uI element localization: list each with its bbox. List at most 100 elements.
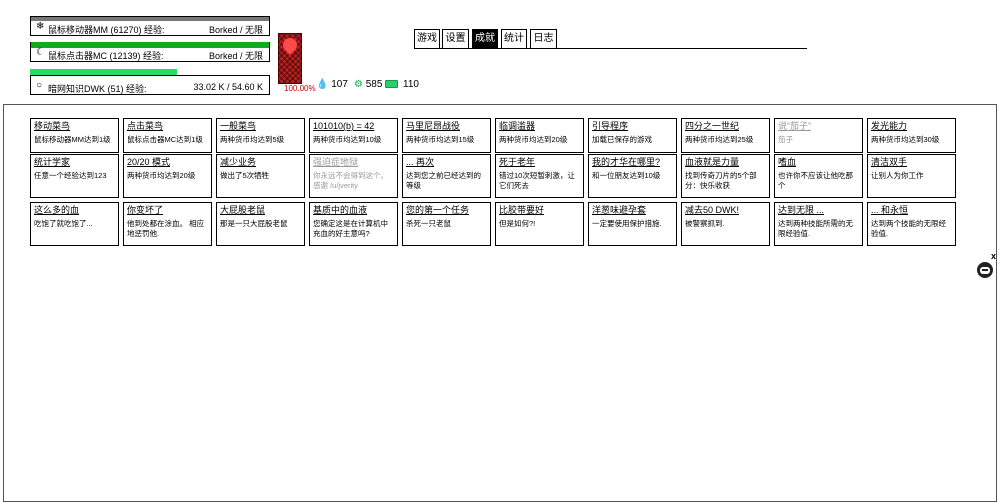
achievement-card: 马里尼昂战役两种货币均达到15级 [402,118,491,153]
achievement-card: 大屁股老鼠那是一只大屁股老鼠 [216,202,305,246]
achievement-description: 错过10次短暂刺激，让它们死去 [499,171,575,190]
achievement-card: 达到无限 ... 达到两种技能所需的无限经验值. [774,202,863,246]
achievement-card: 血液就是力量 找到传奇刀片的5个部分：快乐收获 [681,154,770,198]
achievement-description: 被警察抓到. [685,219,725,228]
achievement-card: 洋葱味避孕套 一定要使用保护措施. [588,202,677,246]
achievement-description: 他到处都在涂血。 相应地惩罚他. [127,219,205,238]
blood-card[interactable] [278,33,302,84]
achievement-title: 101010(b) = 42 [313,121,375,131]
achievement-card: 发光能力 两种货币均达到30级 [867,118,956,153]
achievement-card: 临调滥器 两种货币均达到20级 [495,118,584,153]
achievement-card: 死于老年错过10次短暂刺激，让它们死去 [495,154,584,198]
achievement-card: 基质中的血液 您确定这是在计算机中充血的好主意吗? [309,202,398,246]
achievement-description: 两种货币均达到20级 [127,171,196,180]
achievement-card: 20/20 模式两种货币均达到20级 [123,154,212,198]
achievement-description: 但是如何?! [499,219,536,228]
skill-mc-box: ☾ 鼠标点击器MC (12139) 经验: Borked / 无限 [30,42,270,62]
achievement-title: 我的才华在哪里? [592,157,661,167]
achievement-card: 嗜血 也许你不应该让他吃那个 [774,154,863,198]
achievement-card: 减少业务 做出了5次牺牲 [216,154,305,198]
achievement-card: 您的第一个任务 杀死一只老鼠 [402,202,491,246]
blood-value: 107 [331,79,348,90]
achievement-card: 减去50 DWK! 被警察抓到. [681,202,770,246]
skill-mm-box: ❄ 鼠标移动器MM (61270) 经验: Borked / 无限 [30,16,270,36]
achievement-description: 茄子 [778,135,793,144]
achievement-card: 一般菜鸟两种货币均达到5级 [216,118,305,153]
snowflake-icon: ❄ [36,21,45,32]
achievement-title: 点击菜鸟 [127,121,164,131]
gear-icon: ⚙ [354,79,363,90]
achievement-description: 两种货币均达到10级 [313,135,382,144]
achievement-title: 强迫症地狱 [313,157,359,167]
achievement-card: 统计学家任意一个经验达到123 [30,154,119,198]
blood-counter: 💧 107 [316,79,348,90]
achievement-title: 引导程序 [592,121,629,131]
achievement-description: 吃饱了就吃饱了... [34,219,93,228]
skill-mm-xp: Borked / 无限 [208,25,263,35]
achievement-card: 我的才华在哪里? 和一位朋友达到10级 [588,154,677,198]
achievement-description: 两种货币均达到15级 [406,135,475,144]
tab-stats[interactable]: 统计 [501,29,527,48]
skill-dwk-box: ○ 暗网知识DWK (51) 经验: 33.02 K / 54.60 K [30,75,270,95]
tab-settings[interactable]: 设置 [442,29,469,48]
achievement-card: 强迫症地狱 你永远不会得到这个。感谢 /u/jverity [309,154,398,198]
battery-icon [385,80,399,89]
achievement-title: 血液就是力量 [685,157,740,167]
achievement-card: 101010(b) = 42 两种货币均达到10级 [309,118,398,153]
skill-mc-xp: Borked / 无限 [208,51,263,61]
achievement-title: 这么多的血 [34,205,80,215]
skill-mc-xp-bar [31,42,269,48]
flame-icon [280,35,300,55]
achievement-card: 你变坏了他到处都在涂血。 相应地惩罚他. [123,202,212,246]
achievement-description: 和一位朋友达到10级 [592,171,661,180]
achievement-title: 统计学家 [34,157,71,167]
achievement-title: 移动菜鸟 [34,121,71,131]
achievement-title: 达到无限 ... [778,205,825,215]
achievement-title: 马里尼昂战役 [406,121,461,131]
achievement-card: 移动菜鸟鼠标移动器MM达到1级 [30,118,119,153]
achievement-title: 一般菜鸟 [220,121,257,131]
achievement-card: 说“茄子” 茄子 [774,118,863,153]
circle-icon: ○ [36,80,43,91]
achievement-title: 四分之一世纪 [685,121,740,131]
tab-log[interactable]: 日志 [530,29,557,48]
achievement-description: 一定要使用保护措施. [592,219,662,228]
tab-achievements[interactable]: 成就 [472,29,498,48]
achievement-title: ... 再次 [406,157,435,167]
skill-mc-label: 鼠标点击器MC (12139) 经验: [48,51,164,61]
achievement-title: 嗜血 [778,157,797,167]
achievement-title: 清洁双手 [871,157,908,167]
blood-drop-icon: 💧 [316,79,329,90]
skill-dwk-label: 暗网知识DWK (51) 经验: [48,84,147,94]
achievement-description: 两种货币均达到25级 [685,135,754,144]
achievement-title: 大屁股老鼠 [220,205,266,215]
achievement-description: 达到两种技能所需的无限经验值. [778,219,853,238]
achievement-description: 杀死一只老鼠 [406,219,451,228]
achievement-description: 做出了5次牺牲 [220,171,270,180]
achievement-title: 发光能力 [871,121,908,131]
achievement-title: 您的第一个任务 [406,205,470,215]
skill-mm-label: 鼠标移动器MM (61270) 经验: [48,25,165,35]
achievement-description: 让别人为你工作 [871,171,924,180]
achievement-description: 那是一只大屁股老鼠 [220,219,288,228]
achievement-description: 两种货币均达到5级 [220,135,285,144]
helper-avatar-icon[interactable] [977,262,993,278]
achievement-title: 20/20 模式 [127,157,171,167]
tab-game[interactable]: 游戏 [414,29,440,48]
achievement-description: 任意一个经验达到123 [34,171,107,180]
achievement-card: 点击菜鸟鼠标点击器MC达到1级 [123,118,212,153]
achievement-card: 四分之一世纪两种货币均达到25级 [681,118,770,153]
skill-dwk-xp: 33.02 K / 54.60 K [193,82,263,92]
achievement-title: 减去50 DWK! [685,205,740,215]
achievement-description: 鼠标点击器MC达到1级 [127,135,203,144]
achievement-title: 基质中的血液 [313,205,368,215]
achievement-description: 鼠标移动器MM达到1级 [34,135,111,144]
achievement-title: 临调滥器 [499,121,536,131]
achievement-card: 这么多的血吃饱了就吃饱了... [30,202,119,246]
achievement-title: 死于老年 [499,157,536,167]
achievement-title: 比胶带要好 [499,205,545,215]
achievement-card: ... 和永恒 达到两个技能的无限经验值. [867,202,956,246]
helper-close-button[interactable]: x [991,251,996,261]
achievement-description: 加载已保存的游戏 [592,135,652,144]
achievement-title: 你变坏了 [127,205,164,215]
